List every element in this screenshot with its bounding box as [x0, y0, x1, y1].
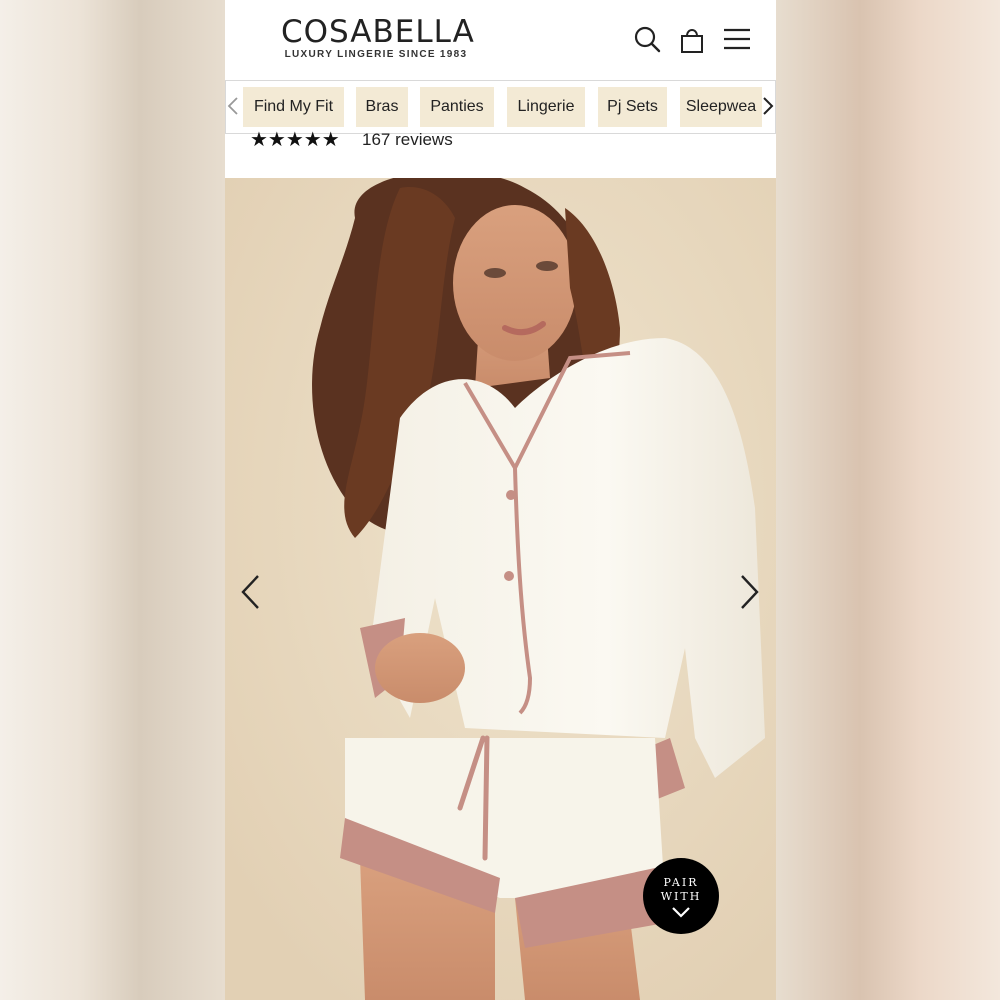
shopping-bag-icon[interactable]: [677, 24, 707, 54]
review-count[interactable]: 167 reviews: [362, 128, 453, 152]
pair-with-button[interactable]: PAIR WITH: [643, 858, 719, 934]
nav-scroll-right-icon[interactable]: [761, 96, 775, 116]
carousel-prev-icon[interactable]: [239, 572, 263, 612]
nav-item-panties[interactable]: Panties: [420, 87, 494, 127]
nav-item-find-my-fit[interactable]: Find My Fit: [243, 87, 344, 127]
pair-with-line1: PAIR: [663, 876, 699, 889]
pair-with-label: PAIR WITH: [643, 876, 719, 904]
mobile-page: COSABELLA LUXURY LINGERIE SINCE 1983 Fin…: [225, 0, 776, 1000]
search-icon[interactable]: [632, 24, 662, 54]
pair-with-line2: WITH: [660, 890, 702, 903]
nav-item-lingerie[interactable]: Lingerie: [507, 87, 585, 127]
nav-item-bras[interactable]: Bras: [356, 87, 408, 127]
chevron-down-icon: [672, 907, 690, 918]
category-nav: Find My Fit Bras Panties Lingerie Pj Set…: [225, 80, 776, 134]
brand-name: COSABELLA: [281, 14, 475, 50]
brand-logo[interactable]: COSABELLA LUXURY LINGERIE SINCE 1983: [281, 14, 475, 61]
rating-stars: ★★★★★: [250, 129, 340, 151]
nav-scroll-left-icon[interactable]: [226, 96, 240, 116]
menu-icon[interactable]: [722, 24, 752, 54]
nav-item-sleepwear[interactable]: Sleepwea: [680, 87, 762, 127]
brand-tagline: LUXURY LINGERIE SINCE 1983: [284, 49, 468, 60]
site-header: COSABELLA LUXURY LINGERIE SINCE 1983: [225, 0, 776, 80]
nav-item-pj-sets[interactable]: Pj Sets: [598, 87, 667, 127]
product-image-carousel[interactable]: PAIR WITH: [225, 178, 776, 1000]
carousel-next-icon[interactable]: [737, 572, 761, 612]
